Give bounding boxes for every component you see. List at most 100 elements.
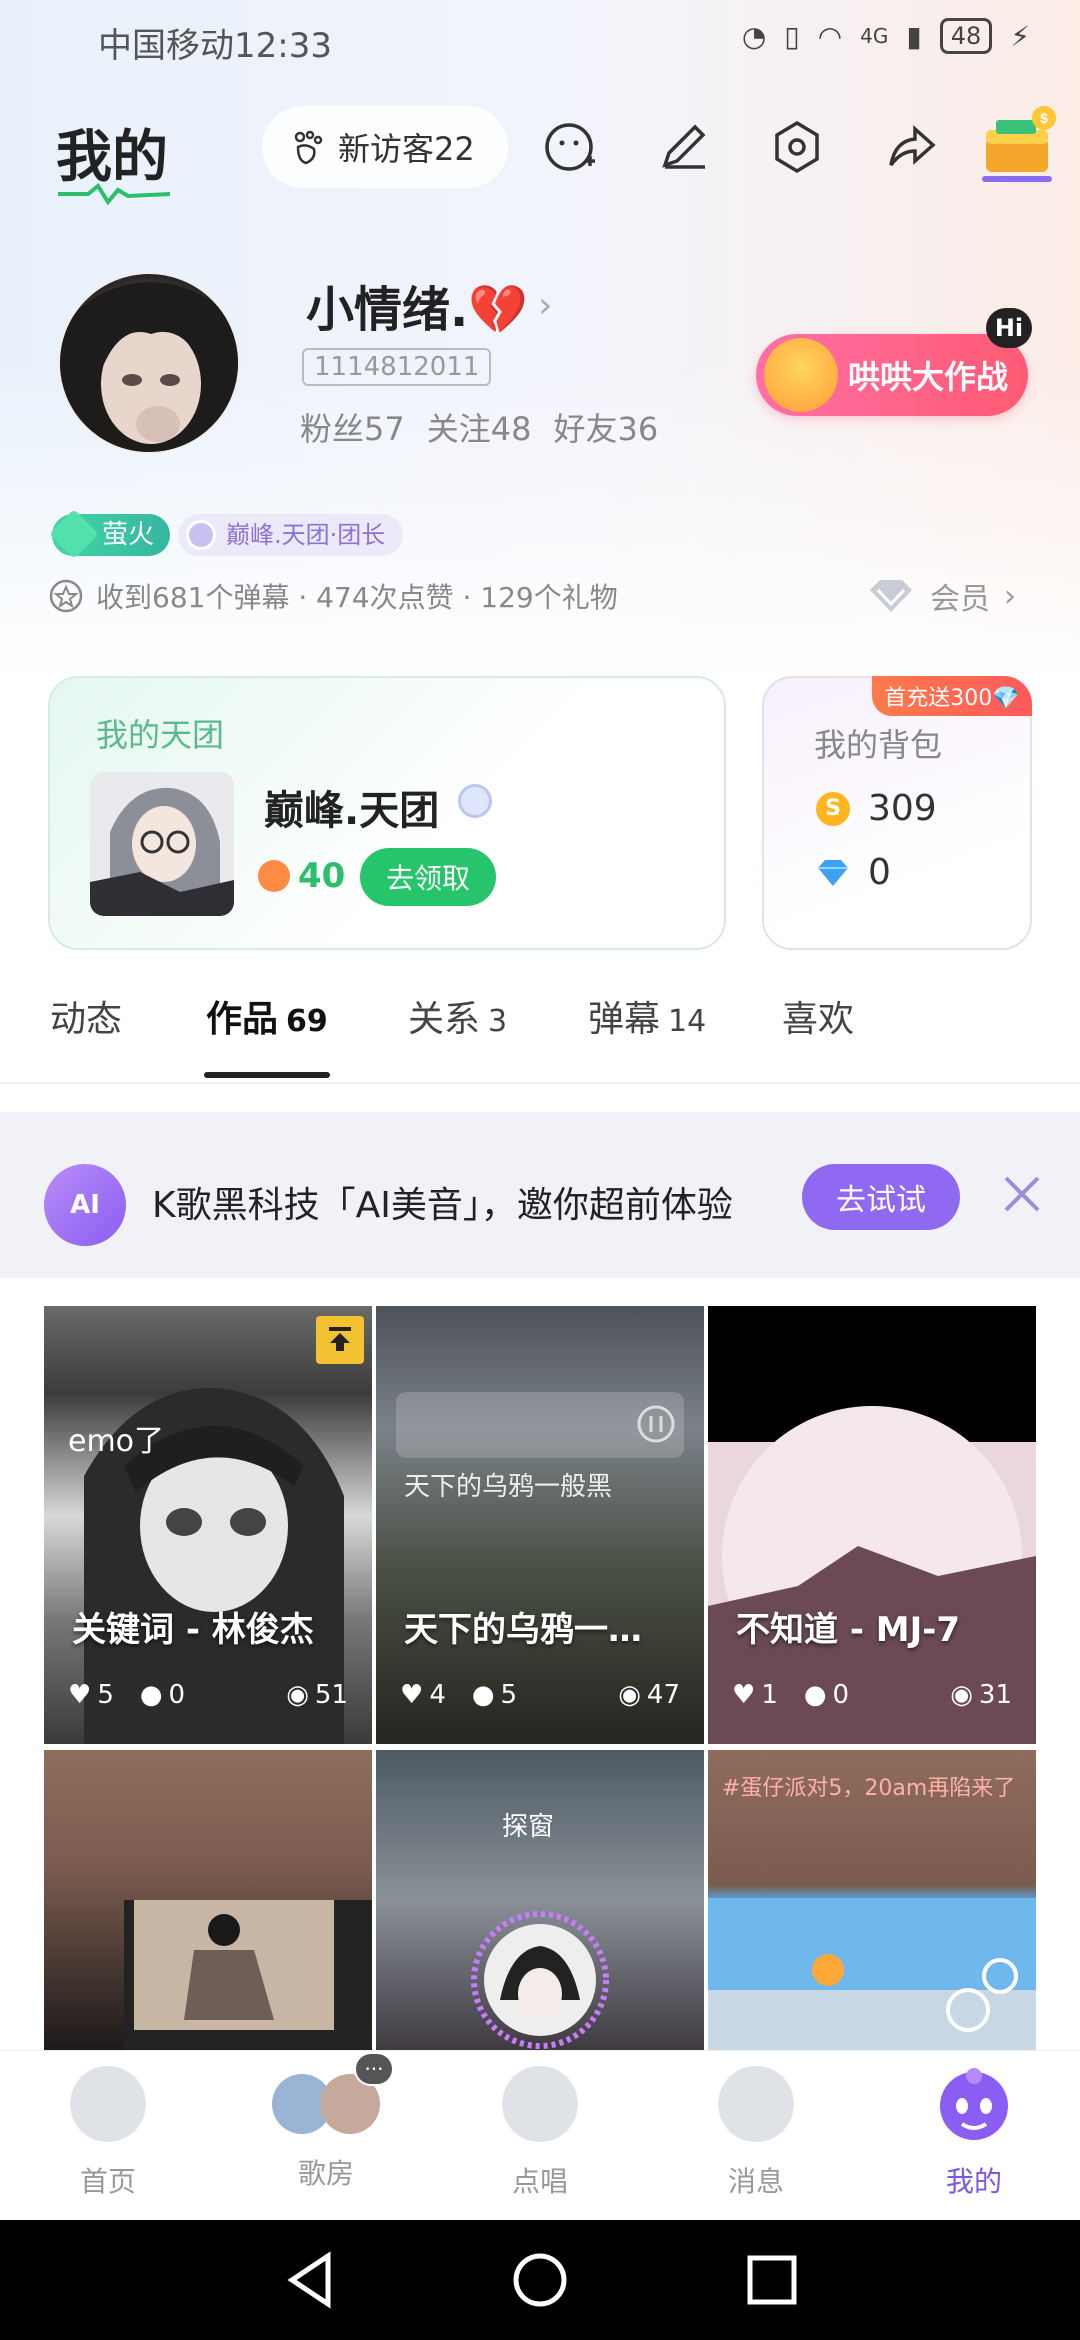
star-badge-icon: [49, 579, 83, 613]
status-carrier-time: 中国移动12:33: [98, 26, 332, 66]
group-level-value: 40: [298, 856, 346, 896]
work-tile[interactable]: 不知道 - MJ-7 ♥ 1 ● 0 ◉ 31: [708, 1306, 1036, 1744]
like-count: 5: [97, 1680, 114, 1710]
blue-diamond-icon: [818, 859, 848, 886]
settings-button[interactable]: [762, 112, 832, 182]
status-icons: ◔ ▯ ◠ 4G ▮ 48 ⚡: [742, 18, 1030, 54]
more-icon: ···: [354, 2052, 394, 2086]
like-count: 1: [761, 1680, 778, 1710]
title-wave-icon: [58, 183, 170, 206]
comment-icon: ●: [139, 1680, 163, 1710]
charging-icon: ⚡: [1010, 19, 1030, 53]
group-verified-icon: [458, 784, 492, 818]
nickname-link[interactable]: 小情绪.💔 ›: [306, 270, 552, 340]
settings-icon: [775, 120, 819, 174]
eye-icon: ◉: [950, 1680, 973, 1710]
coin-icon: S: [816, 791, 850, 826]
pencil-icon: [662, 124, 706, 169]
add-friend-button[interactable]: [536, 112, 606, 182]
new-visitors-button[interactable]: 新访客22: [262, 106, 508, 188]
nav-home[interactable]: 首页: [38, 2066, 178, 2200]
first-recharge-promo[interactable]: 首充送300💎: [872, 676, 1032, 716]
tab-works-count: 69: [286, 1004, 328, 1039]
treasure-chest-button[interactable]: $: [978, 104, 1062, 184]
coin-value: 309: [868, 788, 937, 829]
mic-icon: [502, 2066, 578, 2142]
nav-rooms-label: 歌房: [297, 2157, 354, 2190]
nav-messages[interactable]: 消息: [686, 2066, 826, 2200]
view-count: 31: [978, 1680, 1012, 1710]
network-label: 4G: [860, 24, 889, 48]
member-label: 会员: [930, 582, 990, 617]
tab-works-label: 作品: [206, 999, 279, 1040]
back-icon: [287, 2251, 331, 2309]
group-name: 巅峰.天团: [264, 788, 440, 834]
work-tile[interactable]: 天下的乌鸦一般黑 天下的乌鸦一… ♥ 4 ● 5 ◉ 47: [376, 1306, 704, 1744]
nav-messages-label: 消息: [727, 2165, 784, 2198]
coin-balance: S 309: [816, 788, 937, 829]
system-nav-icons: [287, 2251, 797, 2309]
svg-text:$: $: [1040, 110, 1048, 126]
game-button-label: 哄哄大作战: [848, 358, 1009, 396]
pause-icon: [637, 1405, 675, 1443]
work-tile[interactable]: 探窗: [376, 1750, 704, 2050]
work-title: 天下的乌鸦一…: [404, 1610, 642, 1650]
profile-tabs: 动态 作品 69 关系 3 弹幕 14 喜欢: [0, 980, 1080, 1084]
tab-relations[interactable]: 关系 3: [408, 990, 507, 1042]
work-stats: ♥ 5 ● 0 ◉ 51: [68, 1680, 348, 1710]
work-tile[interactable]: #蛋仔派对5，20am再陷来了: [708, 1750, 1036, 2050]
fans-count[interactable]: 粉丝57: [300, 404, 405, 450]
comment-count: 0: [832, 1680, 850, 1710]
edit-button[interactable]: [648, 112, 718, 182]
nickname: 小情绪.💔: [306, 282, 529, 338]
tab-works[interactable]: 作品 69: [206, 990, 328, 1042]
avatar[interactable]: [58, 272, 240, 454]
group-level: 40: [258, 856, 345, 896]
smile-plus-icon: [545, 123, 595, 171]
hi-badge: Hi: [986, 308, 1032, 348]
new-visitors-label: 新访客22: [338, 130, 475, 168]
work-tile[interactable]: [44, 1750, 372, 2050]
try-button[interactable]: 去试试: [802, 1164, 960, 1230]
group-portrait-icon: [90, 772, 234, 916]
message-icon: [718, 2066, 794, 2142]
tab-relations-count: 3: [488, 1004, 508, 1039]
friends-count[interactable]: 好友36: [553, 404, 658, 450]
nav-me[interactable]: 我的: [904, 2066, 1044, 2200]
nav-sing-label: 点唱: [511, 2165, 568, 2198]
view-count: 47: [646, 1680, 680, 1710]
tab-danmaku[interactable]: 弹幕 14: [588, 990, 706, 1042]
work-stats: ♥ 4 ● 5 ◉ 47: [400, 1680, 680, 1710]
diamond-value: 0: [868, 852, 891, 893]
recents-icon: [747, 2255, 797, 2305]
group-image: [90, 772, 234, 916]
diamond-member-icon: [870, 580, 912, 612]
group-badge-icon: [186, 520, 216, 550]
home-icon: [70, 2066, 146, 2142]
vibrate-icon: ▯: [784, 19, 800, 53]
share-icon: [889, 125, 936, 167]
share-button[interactable]: [876, 112, 946, 182]
close-icon[interactable]: [998, 1170, 1046, 1218]
banner-text: K歌黑科技「AI美音」，邀你超前体验: [152, 1185, 733, 1226]
tab-danmaku-label: 弹幕: [588, 999, 661, 1040]
work-title: 不知道 - MJ-7: [736, 1610, 961, 1650]
my-group-title: 我的天团: [96, 716, 225, 754]
claim-button[interactable]: 去领取: [360, 848, 496, 906]
heart-icon: ♥: [732, 1680, 756, 1710]
tab-danmaku-count: 14: [668, 1004, 707, 1039]
emoji-face-icon: [764, 338, 838, 412]
comment-count: 5: [500, 1680, 518, 1710]
work-tag: 天下的乌鸦一般黑: [404, 1472, 613, 1502]
system-navigation-bar: [0, 2220, 1080, 2340]
comment-icon: ●: [471, 1680, 495, 1710]
tab-feed[interactable]: 动态: [50, 990, 122, 1042]
nav-sing[interactable]: 点唱: [470, 2066, 610, 2200]
work-tile[interactable]: emo了 关键词 - 林俊杰 ♥ 5 ● 0 ◉ 51: [44, 1306, 372, 1744]
member-link[interactable]: 会员 ›: [866, 574, 1016, 618]
following-count[interactable]: 关注48: [427, 404, 532, 450]
profile-stats: 粉丝57 关注48 好友36: [300, 404, 658, 450]
sitting-girl-icon: [124, 1900, 372, 2050]
tab-likes[interactable]: 喜欢: [782, 990, 854, 1042]
work-tag: 探窗: [502, 1812, 555, 1842]
